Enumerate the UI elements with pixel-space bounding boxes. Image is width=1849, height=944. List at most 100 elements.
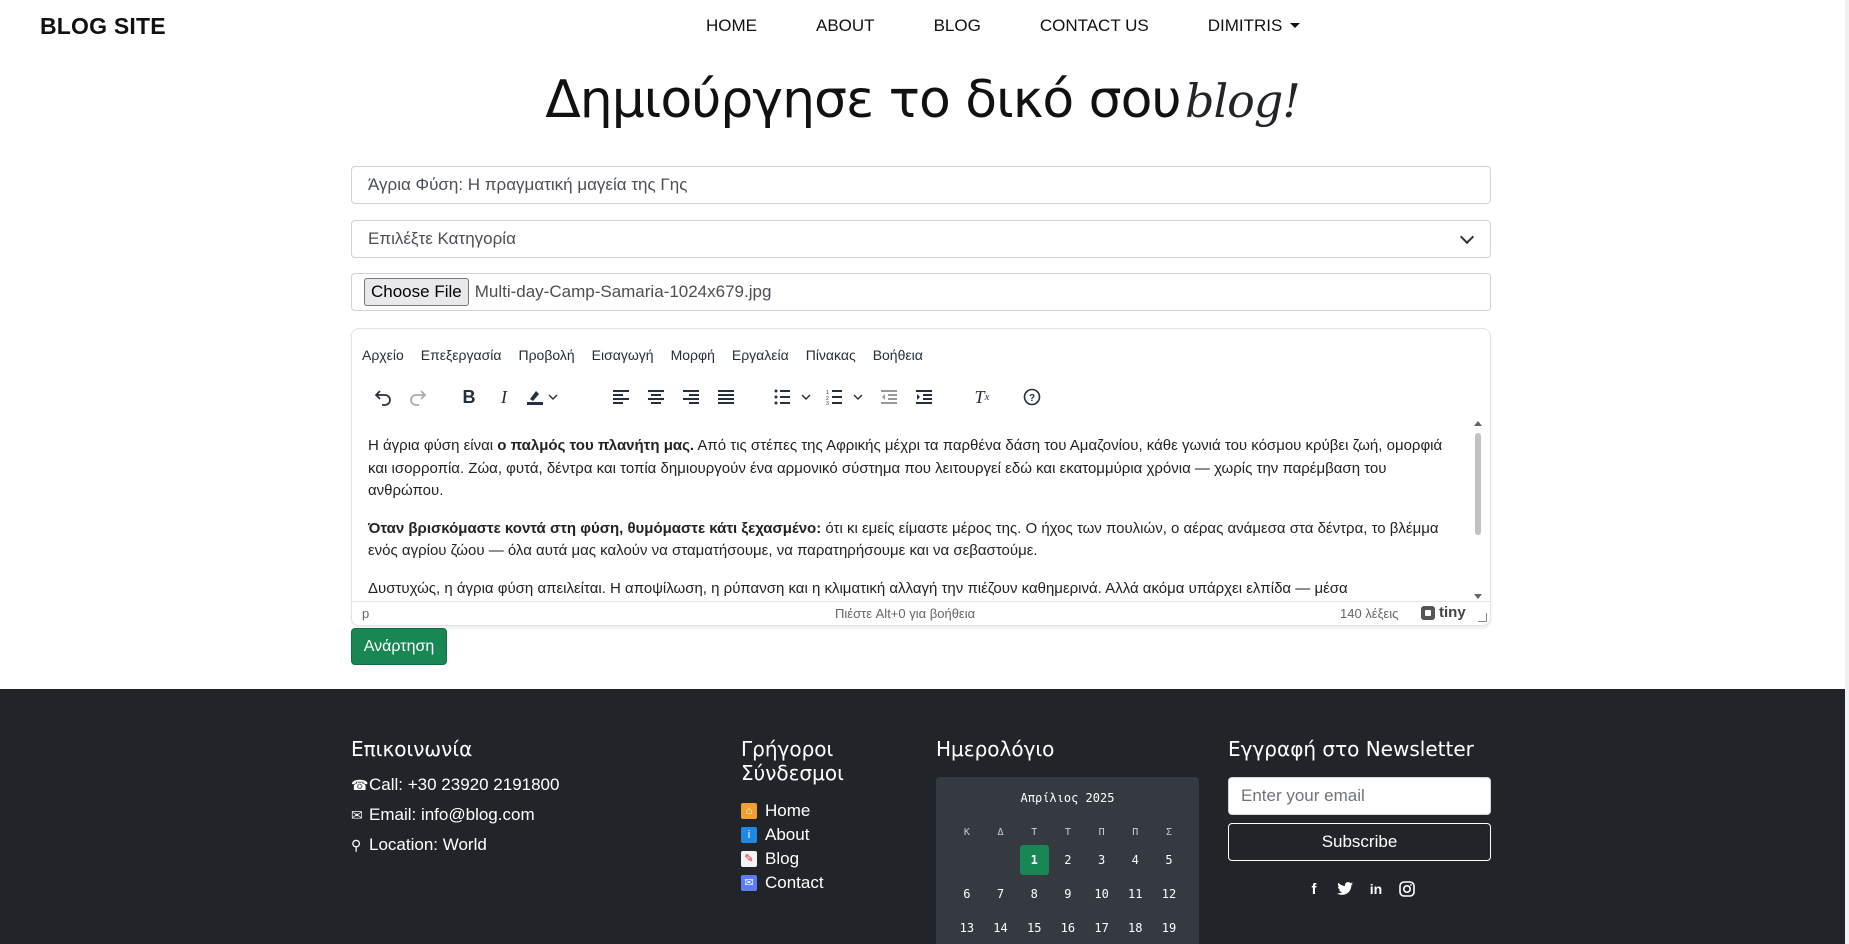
calendar-day[interactable]: 2 (1051, 845, 1085, 875)
editor-content[interactable]: Η άγρια φύση είναι ο παλμός του πλανήτη … (358, 419, 1478, 601)
nav-blog[interactable]: BLOG (934, 16, 981, 36)
linkedin-icon[interactable]: in (1367, 880, 1385, 898)
newsletter-email-input[interactable]: Enter your email (1228, 777, 1491, 815)
page-scrollbar[interactable] (1845, 0, 1849, 944)
bold-icon[interactable]: B (458, 383, 480, 411)
facebook-icon[interactable]: f (1305, 880, 1323, 898)
instagram-icon[interactable] (1398, 880, 1416, 898)
align-right-icon[interactable] (680, 383, 702, 411)
align-justify-icon[interactable] (715, 383, 737, 411)
memo-icon: ✎ (741, 851, 757, 867)
calendar-day[interactable]: 13 (950, 913, 984, 943)
nav-home[interactable]: HOME (706, 16, 757, 36)
nav-links: HOME ABOUT BLOG CONTACT US DIMITRIS (706, 16, 1359, 36)
calendar-day[interactable]: 5 (1152, 845, 1186, 875)
align-left-icon[interactable] (610, 383, 632, 411)
tiny-logo[interactable]: tiny (1421, 604, 1466, 621)
highlight-color-icon[interactable] (524, 383, 560, 411)
undo-icon[interactable] (372, 383, 394, 411)
bullet-list-icon[interactable] (774, 383, 814, 411)
scroll-up-icon[interactable] (1474, 421, 1482, 426)
quick-link-home[interactable]: ⌂ Home (741, 799, 861, 823)
editor-menubar: Αρχείο Επεξεργασία Προβολή Εισαγωγή Μορφ… (362, 347, 940, 363)
publish-button[interactable]: Ανάρτηση (351, 628, 447, 665)
envelope-icon: ✉ (351, 806, 363, 823)
footer-newsletter: Εγγραφή στο Newsletter (1228, 737, 1474, 761)
scroll-down-icon[interactable] (1474, 594, 1482, 599)
info-icon: i (741, 827, 757, 843)
twitter-icon[interactable] (1336, 880, 1354, 898)
phone-icon: ☎ (351, 776, 369, 793)
menu-edit[interactable]: Επεξεργασία (421, 347, 502, 363)
calendar-day[interactable]: 4 (1118, 845, 1152, 875)
calendar-day[interactable]: 9 (1051, 879, 1085, 909)
social-links: f in (1305, 880, 1429, 898)
calendar-day[interactable]: 19 (1152, 913, 1186, 943)
editor-toolbar: B I 123 Tx ? (366, 383, 1466, 411)
resize-handle[interactable] (1478, 613, 1487, 622)
editor-paragraph-2: Όταν βρισκόμαστε κοντά στη φύση, θυμόμασ… (368, 519, 1439, 560)
calendar-day[interactable]: 18 (1118, 913, 1152, 943)
align-center-icon[interactable] (645, 383, 667, 411)
calendar-day[interactable]: 16 (1051, 913, 1085, 943)
post-title-input[interactable]: Άγρια Φύση: Η πραγματική μαγεία της Γης (351, 166, 1491, 204)
menu-view[interactable]: Προβολή (518, 347, 574, 363)
calendar-day[interactable]: 12 (1152, 879, 1186, 909)
numbered-list-icon[interactable]: 123 (826, 383, 866, 411)
scroll-thumb[interactable] (1475, 433, 1481, 535)
footer-contact: Επικοινωνία ☎ Call: +30 23920 2191800 ✉ Em… (351, 737, 559, 855)
contact-heading: Επικοινωνία (351, 737, 473, 761)
calendar-day[interactable]: 15 (1017, 913, 1051, 943)
indent-icon[interactable] (913, 383, 935, 411)
brand-logo[interactable]: BLOG SITE (40, 13, 166, 40)
contact-email: ✉ Email: info@blog.com (351, 805, 535, 824)
svg-text:?: ? (1029, 393, 1035, 404)
calendar-day[interactable]: 14 (984, 913, 1018, 943)
word-count[interactable]: 140 λέξεις (1340, 606, 1398, 621)
help-hint: Πιέστε Alt+0 για βοήθεια (835, 606, 976, 621)
calendar-day[interactable]: 10 (1085, 879, 1119, 909)
clear-format-icon[interactable]: Tx (971, 383, 993, 411)
quick-link-about[interactable]: i About (741, 823, 861, 847)
quick-link-contact[interactable]: ✉ Contact (741, 871, 861, 895)
calendar-day[interactable]: 3 (1085, 845, 1119, 875)
calendar-day-today[interactable]: 1 (1019, 845, 1049, 875)
quick-links-heading: Γρήγοροι Σύνδεσμοι (741, 737, 844, 785)
user-dropdown[interactable]: DIMITRIS (1208, 16, 1301, 36)
calendar-week-row: 6 7 8 9 10 11 12 (950, 877, 1186, 911)
menu-file[interactable]: Αρχείο (362, 347, 404, 363)
calendar-day[interactable]: 8 (1017, 879, 1051, 909)
editor-scrollbar[interactable] (1472, 419, 1484, 599)
help-icon[interactable]: ? (1021, 383, 1043, 411)
menu-tools[interactable]: Εργαλεία (732, 347, 789, 363)
calendar-day[interactable]: 7 (984, 879, 1018, 909)
quick-link-blog[interactable]: ✎ Blog (741, 847, 861, 871)
calendar-day[interactable]: 11 (1118, 879, 1152, 909)
calendar-weekday: Π (1098, 826, 1105, 838)
nav-about[interactable]: ABOUT (816, 16, 875, 36)
file-input[interactable]: Choose File Multi-day-Camp-Samaria-1024x… (351, 273, 1491, 311)
footer: Επικοινωνία ☎ Call: +30 23920 2191800 ✉ Em… (0, 689, 1845, 944)
outdent-icon[interactable] (878, 383, 900, 411)
menu-table[interactable]: Πίνακας (806, 347, 856, 363)
calendar-widget: Απρίλιος 2025 Κ Δ Τ Τ Π Π Σ 1 2 3 4 5 6 7 8 9 10 11 12 13 14… (936, 777, 1199, 944)
choose-file-button[interactable]: Choose File (364, 278, 469, 306)
page-title: Δημιούργησε το δικό σου (545, 70, 1181, 130)
calendar-day[interactable]: 17 (1085, 913, 1119, 943)
calendar-month: Απρίλιος 2025 (1020, 791, 1115, 805)
element-path[interactable]: p (362, 606, 369, 621)
calendar-weekday: Κ (963, 826, 970, 838)
page-title-accent: blog! (1185, 74, 1301, 128)
menu-help[interactable]: Βοήθεια (873, 347, 923, 363)
italic-icon[interactable]: I (493, 383, 515, 411)
calendar-day[interactable]: 6 (950, 879, 984, 909)
menu-insert[interactable]: Εισαγωγή (592, 347, 654, 363)
calendar-weekday: Τ (1031, 826, 1038, 838)
category-select[interactable]: Επιλέξτε Κατηγορία (351, 220, 1491, 258)
redo-icon[interactable] (407, 383, 429, 411)
nav-contact[interactable]: CONTACT US (1040, 16, 1149, 36)
calendar-heading: Ημερολόγιο (936, 737, 1055, 761)
subscribe-button[interactable]: Subscribe (1228, 823, 1491, 861)
category-select-value: Επιλέξτε Κατηγορία (368, 229, 516, 248)
menu-format[interactable]: Μορφή (671, 347, 715, 363)
